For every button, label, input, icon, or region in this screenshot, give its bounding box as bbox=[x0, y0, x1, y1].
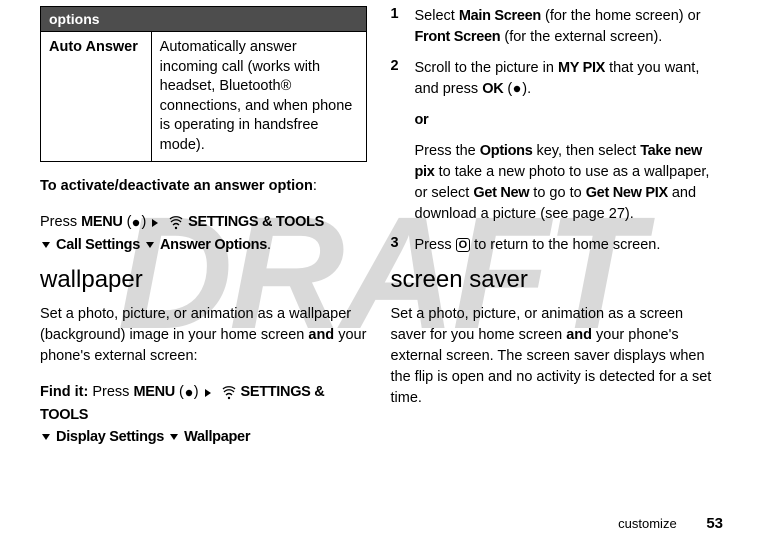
s2-options: Options bbox=[480, 143, 533, 159]
display-settings: Display Settings bbox=[56, 429, 164, 445]
end-key-icon: O bbox=[456, 238, 471, 252]
step-body-2: Scroll to the picture in MY PIX that you… bbox=[415, 58, 718, 100]
menu-bold-2: MENU bbox=[133, 384, 175, 400]
menu-bold: MENU bbox=[81, 214, 123, 230]
right-column: 1 Select Main Screen (for the home scree… bbox=[379, 0, 730, 546]
call-settings: Call Settings bbox=[56, 237, 140, 253]
s3b: to return to the home screen. bbox=[470, 237, 660, 253]
option-desc: Automatically answer incoming call (work… bbox=[151, 32, 366, 162]
findit-label: Find it: bbox=[40, 384, 92, 400]
nav-down-icon bbox=[42, 242, 50, 248]
s2-ok: OK bbox=[482, 81, 503, 97]
findit-line: Find it: Press MENU () SETTINGS & TOOLS … bbox=[40, 381, 367, 448]
step-1: 1 Select Main Screen (for the home scree… bbox=[391, 6, 718, 48]
page-content: options Auto Answer Automatically answer… bbox=[0, 0, 757, 546]
center-key-icon bbox=[512, 84, 522, 94]
nav-right-icon bbox=[205, 389, 211, 397]
s2-getnewpix: Get New PIX bbox=[586, 185, 668, 201]
s1c: (for the external screen). bbox=[500, 29, 662, 45]
paren-close: ) bbox=[141, 214, 150, 230]
nav-down-icon bbox=[146, 242, 154, 248]
step-2: 2 Scroll to the picture in MY PIX that y… bbox=[391, 58, 718, 100]
s3a: Press bbox=[415, 237, 456, 253]
tools-icon bbox=[168, 216, 184, 230]
s2d: ). bbox=[522, 81, 531, 97]
sv-and: and bbox=[566, 327, 592, 343]
answer-options: Answer Options bbox=[160, 237, 267, 253]
s1-main: Main Screen bbox=[459, 8, 541, 24]
s2-getnew: Get New bbox=[473, 185, 529, 201]
s1-front: Front Screen bbox=[415, 29, 501, 45]
settings-tools: SETTINGS & TOOLS bbox=[184, 214, 324, 230]
tools-icon bbox=[221, 386, 237, 400]
step-num-2: 2 bbox=[391, 58, 415, 100]
wallpaper-item: Wallpaper bbox=[184, 429, 250, 445]
step-2-sub: Press the Options key, then select Take … bbox=[415, 141, 718, 225]
wallpaper-intro: Set a photo, picture, or animation as a … bbox=[40, 304, 367, 367]
paren-open: ( bbox=[123, 214, 132, 230]
s2sb: key, then select bbox=[532, 143, 640, 159]
options-header: options bbox=[41, 7, 367, 32]
s1a: Select bbox=[415, 8, 459, 24]
step-num-3: 3 bbox=[391, 235, 415, 256]
s2a: Scroll to the picture in bbox=[415, 60, 558, 76]
screen-saver-heading: screen saver bbox=[391, 266, 718, 294]
s2c: ( bbox=[503, 81, 512, 97]
nav-down-icon bbox=[170, 434, 178, 440]
s2-mypix: MY PIX bbox=[558, 60, 605, 76]
options-table: options Auto Answer Automatically answer… bbox=[40, 6, 367, 162]
paren-close-2: ) bbox=[194, 384, 203, 400]
center-key-icon bbox=[184, 388, 194, 398]
s2sa: Press the bbox=[415, 143, 480, 159]
s2sd: to go to bbox=[529, 185, 585, 201]
step-num-1: 1 bbox=[391, 6, 415, 48]
left-column: options Auto Answer Automatically answer… bbox=[28, 0, 379, 546]
s1b: (for the home screen) or bbox=[541, 8, 701, 24]
step-body-3: Press O to return to the home screen. bbox=[415, 235, 661, 256]
activate-bold: To activate/deactivate an answer option bbox=[40, 178, 313, 194]
wallpaper-heading: wallpaper bbox=[40, 266, 367, 294]
step-body-1: Select Main Screen (for the home screen)… bbox=[415, 6, 718, 48]
nav-right-icon bbox=[152, 219, 158, 227]
wp-and: and bbox=[308, 327, 334, 343]
wp-intro-a: Set a photo, picture, or animation as a … bbox=[40, 306, 351, 343]
saver-intro: Set a photo, picture, or animation as a … bbox=[391, 304, 718, 409]
option-name: Auto Answer bbox=[41, 32, 152, 162]
or-label: or bbox=[415, 110, 718, 131]
activate-line: To activate/deactivate an answer option: bbox=[40, 176, 367, 197]
center-key-icon bbox=[131, 218, 141, 228]
press-label: Press bbox=[40, 214, 81, 230]
step-3: 3 Press O to return to the home screen. bbox=[391, 235, 718, 256]
paren-open-2: ( bbox=[175, 384, 184, 400]
findit-press: Press bbox=[92, 384, 133, 400]
press-menu-line: Press MENU () SETTINGS & TOOLS Call Sett… bbox=[40, 211, 367, 256]
table-row: Auto Answer Automatically answer incomin… bbox=[41, 32, 367, 162]
nav-down-icon bbox=[42, 434, 50, 440]
